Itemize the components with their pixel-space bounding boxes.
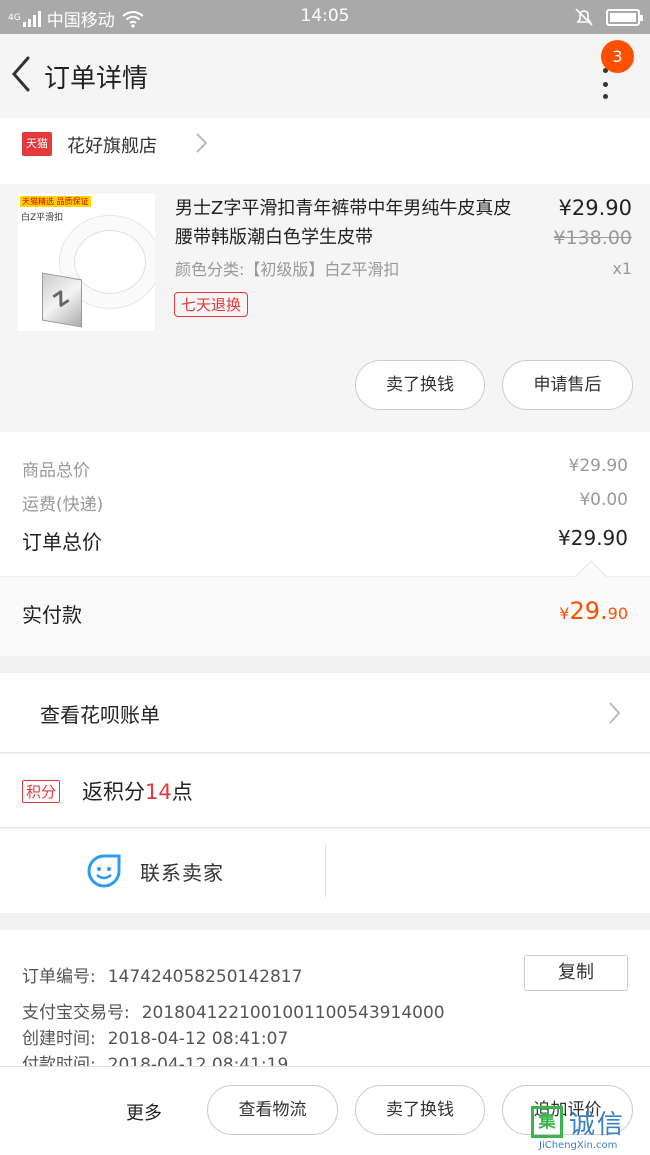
goods-total-row: 商品总价 ¥29.90	[22, 456, 628, 481]
created-time-value: 2018-04-12 08:41:07	[107, 1029, 289, 1049]
alipay-number-row: 支付宝交易号: 2018041221001001100543914000	[22, 998, 445, 1023]
status-bar: 4G 中国移动 14:05	[0, 0, 650, 34]
notification-badge: 3	[601, 40, 634, 73]
points-tag: 积分	[22, 780, 61, 803]
order-total-value: ¥29.90	[558, 526, 628, 550]
image-promo-tag: 天猫精选 品质保证	[20, 196, 91, 207]
watermark-text: 诚信	[569, 1110, 626, 1140]
battery-icon	[606, 8, 643, 26]
copy-button[interactable]: 复制	[524, 955, 628, 991]
shop-name[interactable]: 花好旗舰店	[67, 132, 157, 158]
alipay-number-label: 支付宝交易号:	[22, 1003, 130, 1023]
seven-day-return-tag: 七天退换	[174, 292, 249, 317]
price-summary: 商品总价 ¥29.90 运费(快递) ¥0.00 订单总价 ¥29.90	[0, 432, 650, 576]
mute-bell-icon	[575, 8, 593, 26]
clock: 14:05	[300, 6, 350, 26]
more-dot	[603, 82, 608, 87]
sell-button[interactable]: 卖了换钱	[355, 360, 485, 410]
shipping-row: 运费(快递) ¥0.00	[22, 490, 628, 515]
chevron-right-icon	[609, 702, 621, 724]
product-price: ¥29.90	[558, 196, 632, 220]
product-quantity: x1	[612, 259, 632, 278]
paid-value: ¥29.90	[559, 597, 628, 625]
shipping-label: 运费(快递)	[22, 495, 104, 515]
more-button[interactable]: 更多	[126, 1099, 162, 1125]
chevron-right-icon	[196, 133, 208, 153]
shop-row[interactable]: 天猫 花好旗舰店	[0, 118, 650, 184]
points-prefix: 返积分	[82, 780, 145, 804]
points-row: 积分 返积分14点	[0, 754, 650, 828]
paid-integer: 29.	[569, 597, 608, 625]
product-title[interactable]: 男士Z字平滑扣青年裤带中年男纯牛皮真皮腰带韩版潮白色学生皮带	[175, 194, 520, 252]
created-time-row: 创建时间: 2018-04-12 08:41:07	[22, 1024, 288, 1049]
order-info: 订单编号: 147424058250142817 复制 支付宝交易号: 201804…	[0, 930, 650, 1070]
points-value: 14	[145, 780, 172, 804]
chat-smile-icon[interactable]	[86, 853, 122, 889]
paid-label: 实付款	[22, 603, 82, 627]
paid-decimal: 90	[607, 604, 628, 623]
watermark-box: 集	[531, 1106, 563, 1138]
shipping-value: ¥0.00	[579, 490, 628, 510]
header: 订单详情 3	[0, 34, 650, 118]
huabei-bill-row[interactable]: 查看花呗账单	[0, 673, 650, 753]
image-caption: 白Z平滑扣	[21, 213, 64, 223]
contact-row: 联系卖家	[0, 829, 650, 913]
created-time-label: 创建时间:	[22, 1029, 96, 1049]
divider	[325, 845, 326, 897]
view-logistics-button[interactable]: 查看物流	[207, 1085, 338, 1135]
goods-total-label: 商品总价	[22, 461, 90, 481]
product-spec: 颜色分类:【初级版】白Z平滑扣	[175, 260, 400, 279]
contact-seller-button[interactable]: 联系卖家	[140, 857, 224, 886]
status-right	[574, 7, 643, 27]
paid-currency: ¥	[559, 604, 570, 623]
after-sale-button[interactable]: 申请售后	[502, 360, 633, 410]
paid-amount-row: 实付款 ¥29.90	[0, 560, 650, 656]
sell-button-bottom[interactable]: 卖了换钱	[355, 1085, 485, 1135]
order-total-label: 订单总价	[22, 530, 102, 554]
goods-total-value: ¥29.90	[568, 456, 628, 476]
points-suffix: 点	[171, 780, 193, 804]
alipay-number-value: 2018041221001001100543914000	[141, 1003, 445, 1023]
original-price: ¥138.00	[553, 227, 632, 249]
points-text: 返积分14点	[82, 776, 193, 806]
order-number-value: 147424058250142817	[107, 967, 303, 987]
tmall-logo: 天猫	[22, 132, 52, 156]
more-dot	[603, 94, 608, 99]
huabei-label: 查看花呗账单	[40, 703, 160, 727]
watermark-logo: 集 诚信 JiChengXin.com	[525, 1100, 650, 1155]
back-arrow-icon[interactable]	[6, 54, 36, 94]
page-title: 订单详情	[44, 64, 149, 94]
order-total-row: 订单总价 ¥29.90	[22, 526, 628, 555]
watermark-url: JiChengXin.com	[539, 1140, 618, 1151]
order-number-row: 订单编号: 147424058250142817	[22, 962, 302, 987]
order-number-label: 订单编号:	[22, 967, 96, 987]
belt-buckle: Z	[42, 272, 82, 328]
product-item[interactable]: 天猫精选 品质保证 白Z平滑扣 Z 男士Z字平滑扣青年裤带中年男纯牛皮真皮腰带韩…	[0, 184, 650, 432]
product-image[interactable]: 天猫精选 品质保证 白Z平滑扣 Z	[18, 194, 155, 331]
